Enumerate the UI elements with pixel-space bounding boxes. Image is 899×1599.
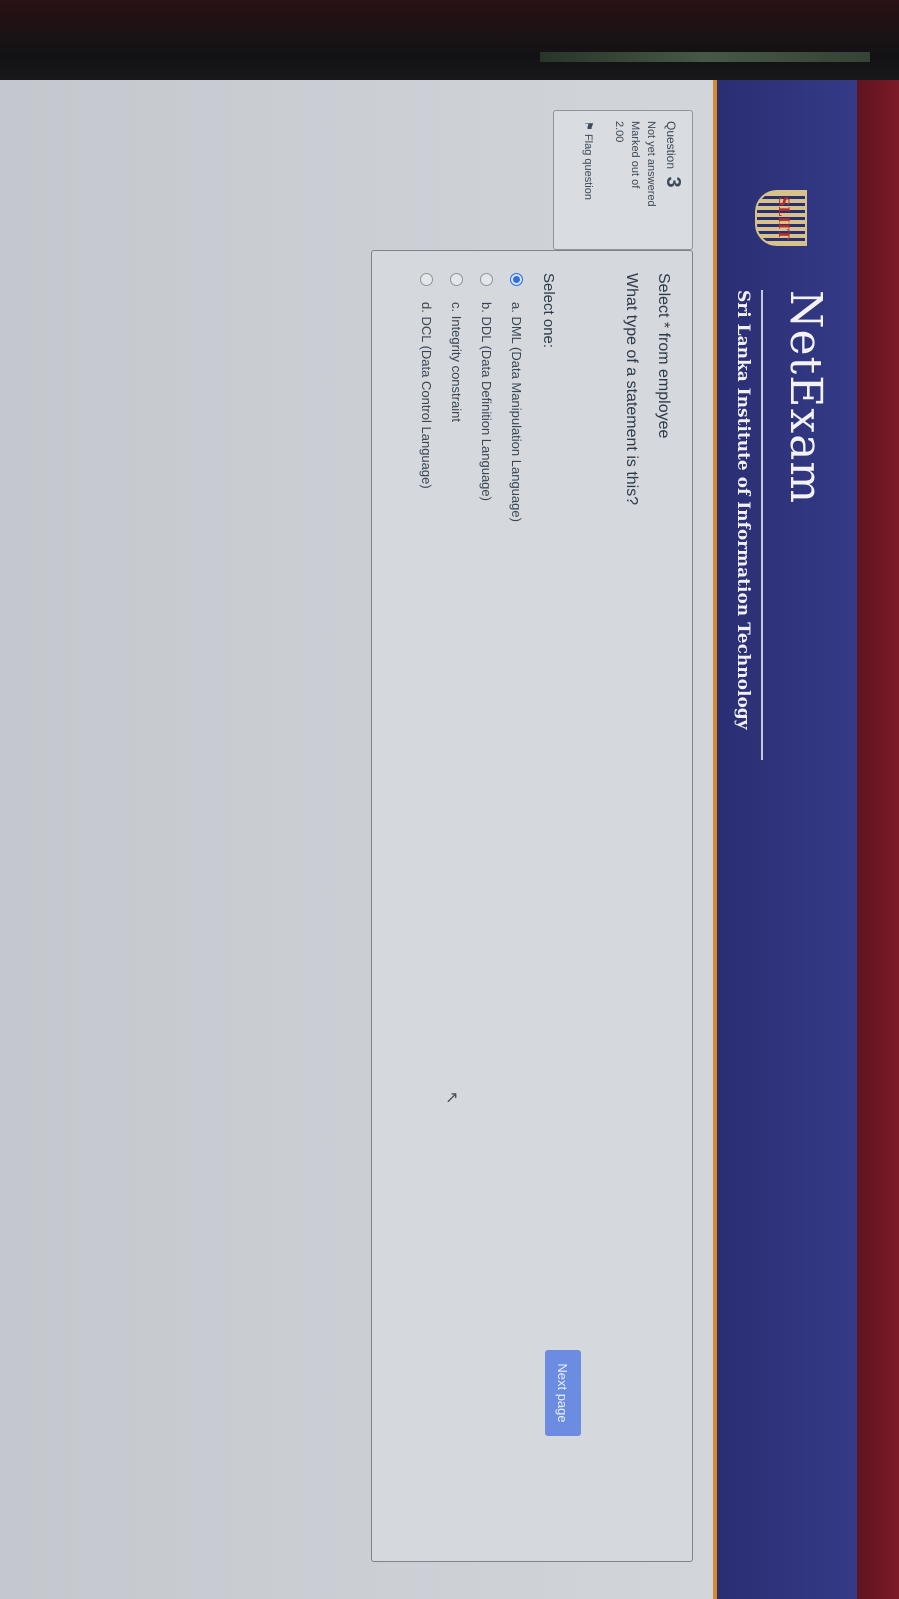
mouse-pointer-icon: ↖ — [443, 1091, 460, 1105]
site-header: SLIIT NetExam Sri Lanka Institute of Inf… — [713, 80, 857, 1599]
question-code-line: Select * from employee — [655, 273, 672, 439]
question-label: Question — [664, 121, 678, 170]
question-status: Not yet answered — [645, 121, 657, 207]
answer-option-label: c. Integrity constraint — [449, 302, 464, 422]
institute-name: Sri Lanka Institute of Information Techn… — [733, 290, 753, 730]
browser-screen: SLIIT NetExam Sri Lanka Institute of Inf… — [0, 80, 899, 1599]
answer-option-label: a. DML (Data Manipulation Language) — [509, 302, 524, 522]
question-marks: 2.00 — [613, 121, 625, 143]
question-number: 3 — [662, 176, 684, 188]
answer-option-a[interactable]: a. DML (Data Manipulation Language) — [509, 273, 524, 522]
radio-button[interactable] — [420, 273, 433, 286]
flag-question-button[interactable]: ⚑ Flag question — [582, 121, 595, 239]
radio-button[interactable] — [450, 273, 463, 286]
question-text: What type of a statement is this? — [623, 273, 640, 506]
brand-bar — [857, 80, 899, 1599]
app-title: NetExam — [780, 290, 831, 505]
marked-out-of-label: Marked out of — [629, 121, 641, 189]
logo-text: SLIIT — [775, 196, 791, 240]
answer-option-label: d. DCL (Data Control Language) — [419, 302, 434, 489]
answer-option-c[interactable]: c. Integrity constraint — [449, 273, 464, 422]
next-page-button[interactable]: Next page — [545, 1350, 581, 1436]
answer-option-b[interactable]: b. DDL (Data Definition Language) — [479, 273, 494, 501]
title-divider — [761, 290, 763, 760]
institute-logo: SLIIT — [755, 190, 807, 246]
flag-question-label: Flag question — [582, 133, 594, 200]
question-info-panel: Question 3 Not yet answered Marked out o… — [553, 110, 693, 250]
flag-icon: ⚑ — [582, 121, 594, 131]
bezel-reflection — [540, 52, 870, 62]
radio-button[interactable] — [480, 273, 493, 286]
answer-option-d[interactable]: d. DCL (Data Control Language) — [419, 273, 434, 489]
radio-button-checked[interactable] — [510, 273, 523, 286]
answer-option-label: b. DDL (Data Definition Language) — [479, 302, 494, 501]
question-box: Select * from employee What type of a st… — [371, 250, 693, 1562]
select-one-label: Select one: — [540, 273, 557, 349]
quiz-content: Question 3 Not yet answered Marked out o… — [0, 80, 713, 1599]
